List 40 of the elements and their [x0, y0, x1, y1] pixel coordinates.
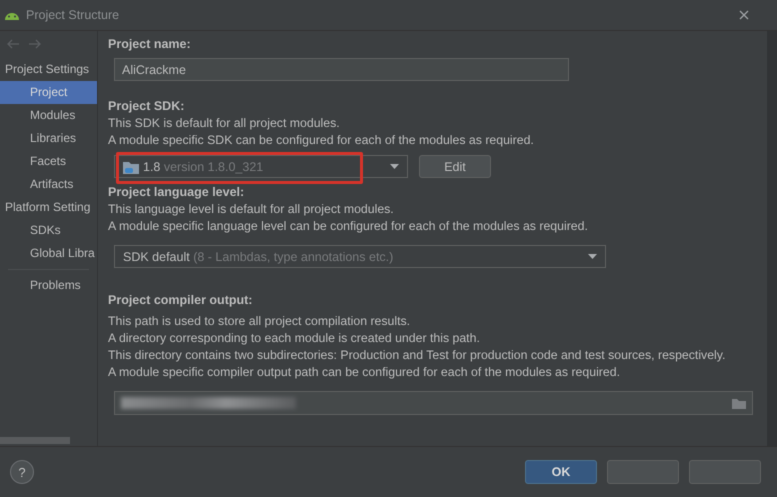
section-label: Project name: [108, 36, 192, 53]
sidebar-item[interactable]: SDKs [0, 219, 97, 242]
forward-arrow-icon[interactable] [28, 39, 42, 49]
section-label: Project SDK: [108, 98, 186, 115]
sidebar-item[interactable]: Facets [0, 150, 97, 173]
window-title: Project Structure [26, 8, 120, 22]
output-path-field[interactable] [114, 391, 753, 415]
caret-icon [390, 164, 399, 169]
description-text: A directory corresponding to each module is created under this path. [108, 330, 481, 347]
folder-icon[interactable] [732, 398, 746, 408]
description-text: This language level is default for all project modules. [108, 201, 395, 218]
sidebar-section-title: Platform Setting [4, 199, 92, 216]
section-label: Project language level: [108, 184, 246, 201]
dialog-button[interactable]: OK [525, 460, 597, 484]
sidebar-item[interactable]: Project [0, 81, 97, 104]
back-arrow-icon[interactable] [6, 39, 20, 49]
sidebar-item[interactable]: Libraries [0, 127, 97, 150]
caret-icon [588, 254, 597, 259]
dropdown[interactable]: 1.8 version 1.8.0_321 [114, 155, 408, 178]
description-text: This path is used to store all project compilation results. [108, 313, 412, 330]
description-text: A module specific SDK can be configured for each of the modules as required. [108, 132, 535, 149]
sidebar-item[interactable]: Modules [0, 104, 97, 127]
sidebar-item[interactable]: Problems [0, 274, 97, 297]
dialog-button[interactable] [607, 460, 679, 484]
section-label: Project compiler output: [108, 292, 254, 309]
help-button[interactable]: ? [10, 460, 34, 484]
description-text: A module specific compiler output path can be configured for each of the modules as required. [108, 364, 621, 381]
sidebar-section-title: Project Settings [4, 61, 90, 78]
sidebar-item[interactable]: Global Libra [0, 242, 97, 265]
close-icon[interactable] [739, 10, 749, 20]
dialog-button[interactable] [689, 460, 761, 484]
dropdown[interactable]: SDK default (8 - Lambdas, type annotations etc.) [114, 245, 606, 268]
sidebar-item[interactable]: Artifacts [0, 173, 97, 196]
project-name-field[interactable]: AliCrackme [114, 58, 569, 81]
scrollbar[interactable] [0, 437, 70, 444]
folder-icon [123, 160, 139, 174]
description-text: A module specific language level can be configured for each of the modules as required. [108, 218, 589, 235]
description-text: This SDK is default for all project modules. [108, 115, 341, 132]
edit-button[interactable]: Edit [419, 155, 491, 178]
description-text: This directory contains two subdirectories: Production and Test for production code and test sources, respectively. [108, 347, 726, 364]
